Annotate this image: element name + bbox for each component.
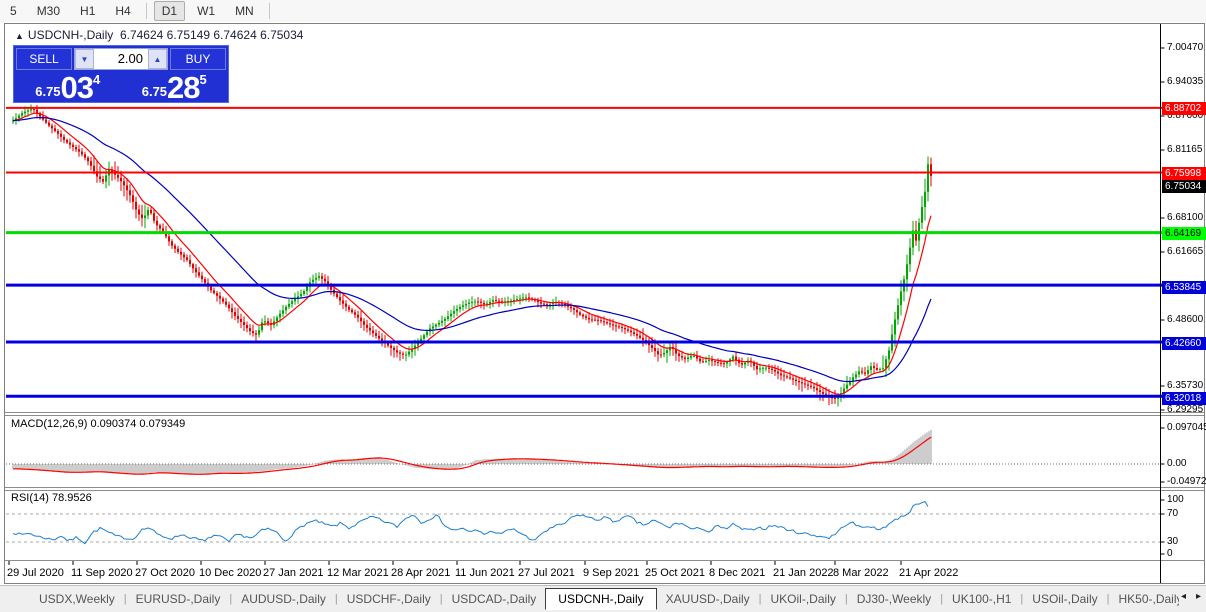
timeframe-m30[interactable]: M30 <box>29 1 68 21</box>
price-tick-label: 0.097045 <box>1167 422 1206 433</box>
date-label: 21 Apr 2022 <box>899 567 958 579</box>
toolbar-separator <box>146 3 147 19</box>
timeframe-d1[interactable]: D1 <box>154 1 185 21</box>
buy-price[interactable]: 6.75285 <box>123 71 227 101</box>
price-tick-label: 6.61665 <box>1167 246 1203 257</box>
chart-tab-audusd[interactable]: AUDUSD-,Daily <box>232 589 335 609</box>
rsi-indicator-label: RSI(14) 78.9526 <box>11 492 92 504</box>
date-label: 8 Dec 2021 <box>709 567 765 579</box>
price-tick-label: 6.94035 <box>1167 76 1203 87</box>
chart-tab-usdcad[interactable]: USDCAD-,Daily <box>443 589 546 609</box>
price-tick-label: 70 <box>1167 508 1178 519</box>
timeframe-5[interactable]: 5 <box>2 1 25 21</box>
volume-decrease-icon[interactable]: ▼ <box>75 49 94 69</box>
date-label: 25 Oct 2021 <box>645 567 705 579</box>
chart-tab-xauusd[interactable]: XAUUSD-,Daily <box>657 589 759 609</box>
price-level-label: 6.75998 <box>1162 167 1206 180</box>
sell-button[interactable]: SELL <box>16 48 72 70</box>
symbol-title: USDCNH-,Daily <box>28 28 113 42</box>
timeframe-h1[interactable]: H1 <box>72 1 103 21</box>
date-label: 9 Sep 2021 <box>583 567 639 579</box>
ohlc-values: 6.74624 6.75149 6.74624 6.75034 <box>120 28 304 42</box>
volume-input[interactable]: 2.00 <box>94 49 148 69</box>
sell-price-pip: 4 <box>93 72 100 87</box>
chart-tab-hk50[interactable]: HK50-,Daily <box>1109 589 1179 609</box>
price-tick-label: 6.68100 <box>1167 212 1203 223</box>
date-label: 29 Jul 2020 <box>7 567 64 579</box>
chart-tab-uk100[interactable]: UK100-,H1 <box>943 589 1020 609</box>
price-tick-label: 100 <box>1167 494 1184 505</box>
scroll-left-icon[interactable]: ◂ <box>1179 589 1188 604</box>
buy-price-base: 6.75 <box>142 84 167 99</box>
date-label: 8 Mar 2022 <box>833 567 889 579</box>
chart-tab-usoil[interactable]: USOil-,Daily <box>1023 589 1106 609</box>
price-tick-label: -0.04972 <box>1167 476 1206 487</box>
macd-indicator-label: MACD(12,26,9) 0.090374 0.079349 <box>11 418 185 430</box>
timeframe-w1[interactable]: W1 <box>189 1 223 21</box>
date-label: 11 Jun 2021 <box>455 567 515 579</box>
toolbar-separator <box>269 3 270 19</box>
one-click-trading-panel: SELL ▼ 2.00 ▲ BUY 6.75034 6.75285 <box>13 45 229 103</box>
date-label: 27 Oct 2020 <box>135 567 195 579</box>
price-tick-label: 6.29295 <box>1167 404 1203 415</box>
date-label: 12 Mar 2021 <box>327 567 389 579</box>
buy-button[interactable]: BUY <box>170 48 226 70</box>
buy-price-big: 28 <box>167 75 199 101</box>
chart-window: ▲ USDCNH-,Daily 6.74624 6.75149 6.74624 6… <box>4 23 1205 584</box>
chart-tab-ukoil[interactable]: UKOil-,Daily <box>762 589 845 609</box>
chart-tab-usdcnh[interactable]: USDCNH-,Daily <box>545 588 656 610</box>
sell-price-big: 03 <box>61 75 93 101</box>
date-label: 27 Jul 2021 <box>518 567 575 579</box>
volume-increase-icon[interactable]: ▲ <box>148 49 167 69</box>
volume-spinner: ▼ 2.00 ▲ <box>74 48 168 70</box>
date-label: 11 Sep 2020 <box>71 567 133 579</box>
date-label: 10 Dec 2020 <box>199 567 261 579</box>
scroll-right-icon[interactable]: ▸ <box>1194 589 1203 604</box>
chart-tab-usdx[interactable]: USDX,Weekly <box>30 589 124 609</box>
chart-tab-bar: USDX,Weekly|EURUSD-,Daily|AUDUSD-,Daily|… <box>0 585 1206 612</box>
price-tick-label: 0 <box>1167 548 1173 559</box>
chart-title: ▲ USDCNH-,Daily 6.74624 6.75149 6.74624 6… <box>15 28 303 42</box>
chart-canvas[interactable] <box>5 24 1204 583</box>
date-label: 21 Jan 2022 <box>773 567 834 579</box>
date-label: 28 Apr 2021 <box>391 567 450 579</box>
chart-tab-dj30[interactable]: DJ30-,Weekly <box>848 589 940 609</box>
price-tick-label: 0.00 <box>1167 458 1186 469</box>
price-level-label: 6.75034 <box>1162 180 1206 193</box>
price-level-label: 6.88702 <box>1162 102 1206 115</box>
price-level-label: 6.42660 <box>1162 337 1206 350</box>
timeframe-toolbar: 5M30H1H4 D1W1MN <box>0 0 1206 22</box>
chart-tab-eurusd[interactable]: EURUSD-,Daily <box>127 589 230 609</box>
price-level-label: 6.53845 <box>1162 281 1206 294</box>
sell-price-base: 6.75 <box>35 84 60 99</box>
price-tick-label: 6.81165 <box>1167 144 1202 155</box>
price-level-label: 6.64169 <box>1162 227 1206 240</box>
price-tick-label: 6.48600 <box>1167 314 1203 325</box>
buy-price-pip: 5 <box>200 72 207 87</box>
timeframe-h4[interactable]: H4 <box>107 1 138 21</box>
price-tick-label: 30 <box>1167 536 1178 547</box>
price-level-label: 6.32018 <box>1162 392 1206 405</box>
date-label: 27 Jan 2021 <box>263 567 324 579</box>
price-tick-label: 6.35730 <box>1167 380 1203 391</box>
mt4-workspace: 5M30H1H4D1W1MN ▲USDCNH-,Daily 6.74624 6.… <box>0 0 1206 612</box>
tab-scroll-arrows: ◂▸ <box>1179 589 1203 604</box>
timeframe-mn[interactable]: MN <box>227 1 262 21</box>
sell-price[interactable]: 6.75034 <box>16 71 120 101</box>
chart-tab-usdchf[interactable]: USDCHF-,Daily <box>338 589 440 609</box>
price-tick-label: 7.00470 <box>1167 42 1203 53</box>
collapse-triangle-icon[interactable]: ▲ <box>15 31 24 41</box>
